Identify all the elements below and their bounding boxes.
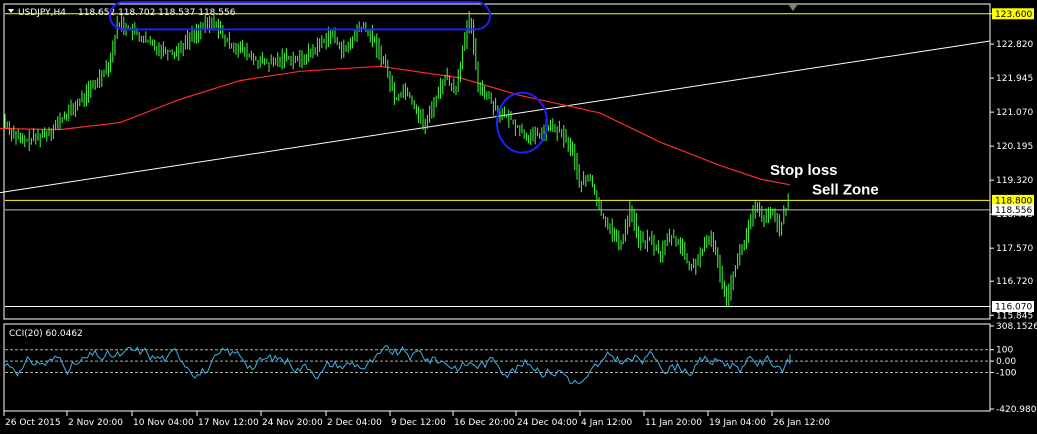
x-tick-label: 26 Oct 2015 xyxy=(5,418,61,428)
cci-panel: CCI(20) 60.0462 xyxy=(3,323,991,412)
cci-tick-label: 100 xyxy=(996,346,1013,356)
ohlc-label: 118.652 118.702 118.537 118.556 xyxy=(78,8,236,18)
price-tag-label: 116.070 xyxy=(995,303,1032,313)
cci-tick-label: 0.00 xyxy=(996,357,1016,367)
x-tick-label: 10 Nov 04:00 xyxy=(133,418,194,428)
cci-tick-label: -420.9801 xyxy=(996,405,1037,415)
symbol-label: USDJPY,H4 xyxy=(18,8,66,18)
y-tick-label: 117.570 xyxy=(996,244,1033,254)
y-tick-label: 121.070 xyxy=(996,108,1033,118)
x-tick-label: 24 Nov 20:00 xyxy=(262,418,323,428)
x-tick-label: 4 Jan 12:00 xyxy=(581,418,633,428)
y-tick-label: 116.720 xyxy=(996,277,1033,287)
cci-tick-label: -100 xyxy=(996,368,1017,378)
x-tick-label: 17 Nov 12:00 xyxy=(198,418,259,428)
x-tick-label: 2 Nov 20:00 xyxy=(68,418,123,428)
x-tick-label: 9 Dec 12:00 xyxy=(391,418,446,428)
x-tick-label: 24 Dec 04:00 xyxy=(517,418,578,428)
x-tick-label: 2 Dec 04:00 xyxy=(327,418,382,428)
annotation-label: Stop loss xyxy=(770,162,838,179)
cci-label: CCI(20) 60.0462 xyxy=(9,329,83,339)
x-tick-label: 16 Dec 20:00 xyxy=(454,418,515,428)
y-tick-label: 121.945 xyxy=(996,74,1033,84)
x-tick-label: 19 Jan 04:00 xyxy=(709,418,766,428)
price-tag-label: 123.600 xyxy=(995,10,1032,20)
x-tick-label: 26 Jan 12:00 xyxy=(773,418,830,428)
usdjpy-h4-chart: USDJPY,H4 118.652 118.702 118.537 118.55… xyxy=(0,1,1037,428)
x-tick-label: 11 Jan 20:00 xyxy=(645,418,702,428)
cci-tick-label: 308.1526 xyxy=(996,322,1037,332)
y-tick-label: 119.320 xyxy=(996,176,1033,186)
y-tick-label: 120.195 xyxy=(996,142,1033,152)
main-panel: USDJPY,H4 118.652 118.702 118.537 118.55… xyxy=(3,3,991,320)
y-tick-label: 115.845 xyxy=(996,311,1033,321)
annotation-label: Sell Zone xyxy=(812,182,879,199)
price-tag-label: 118.556 xyxy=(995,206,1032,216)
y-tick-label: 122.820 xyxy=(996,40,1033,50)
